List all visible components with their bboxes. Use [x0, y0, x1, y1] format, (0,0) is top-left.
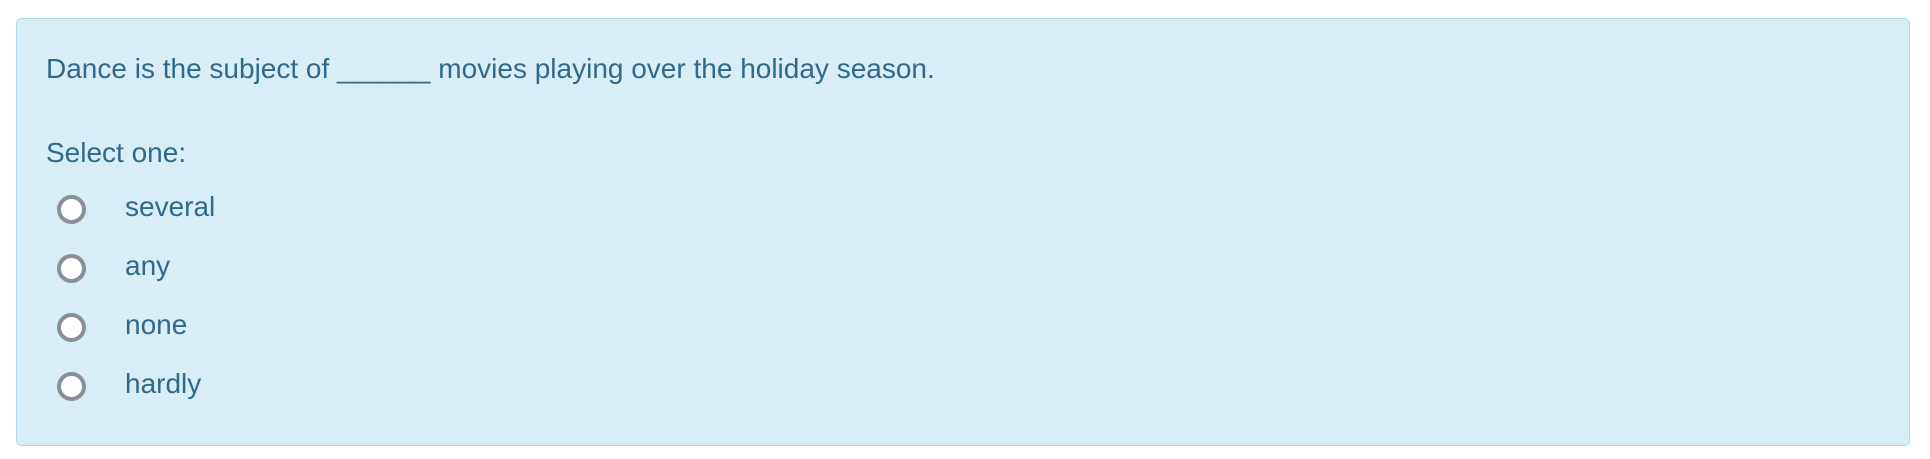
- option-label[interactable]: any: [125, 248, 170, 284]
- option-label[interactable]: several: [125, 189, 215, 225]
- radio-button[interactable]: [57, 313, 86, 342]
- question-text: Dance is the subject of ______ movies pl…: [46, 53, 935, 84]
- radio-button[interactable]: [57, 195, 86, 224]
- option-any[interactable]: any: [17, 244, 417, 290]
- option-none[interactable]: none: [17, 303, 417, 349]
- option-label[interactable]: none: [125, 307, 187, 343]
- radio-button[interactable]: [57, 372, 86, 401]
- option-label[interactable]: hardly: [125, 366, 201, 402]
- question-container: Dance is the subject of ______ movies pl…: [16, 18, 1910, 446]
- select-one-prompt: Select one:: [46, 137, 187, 168]
- option-several[interactable]: several: [17, 185, 417, 231]
- option-hardly[interactable]: hardly: [17, 362, 417, 408]
- radio-button[interactable]: [57, 254, 86, 283]
